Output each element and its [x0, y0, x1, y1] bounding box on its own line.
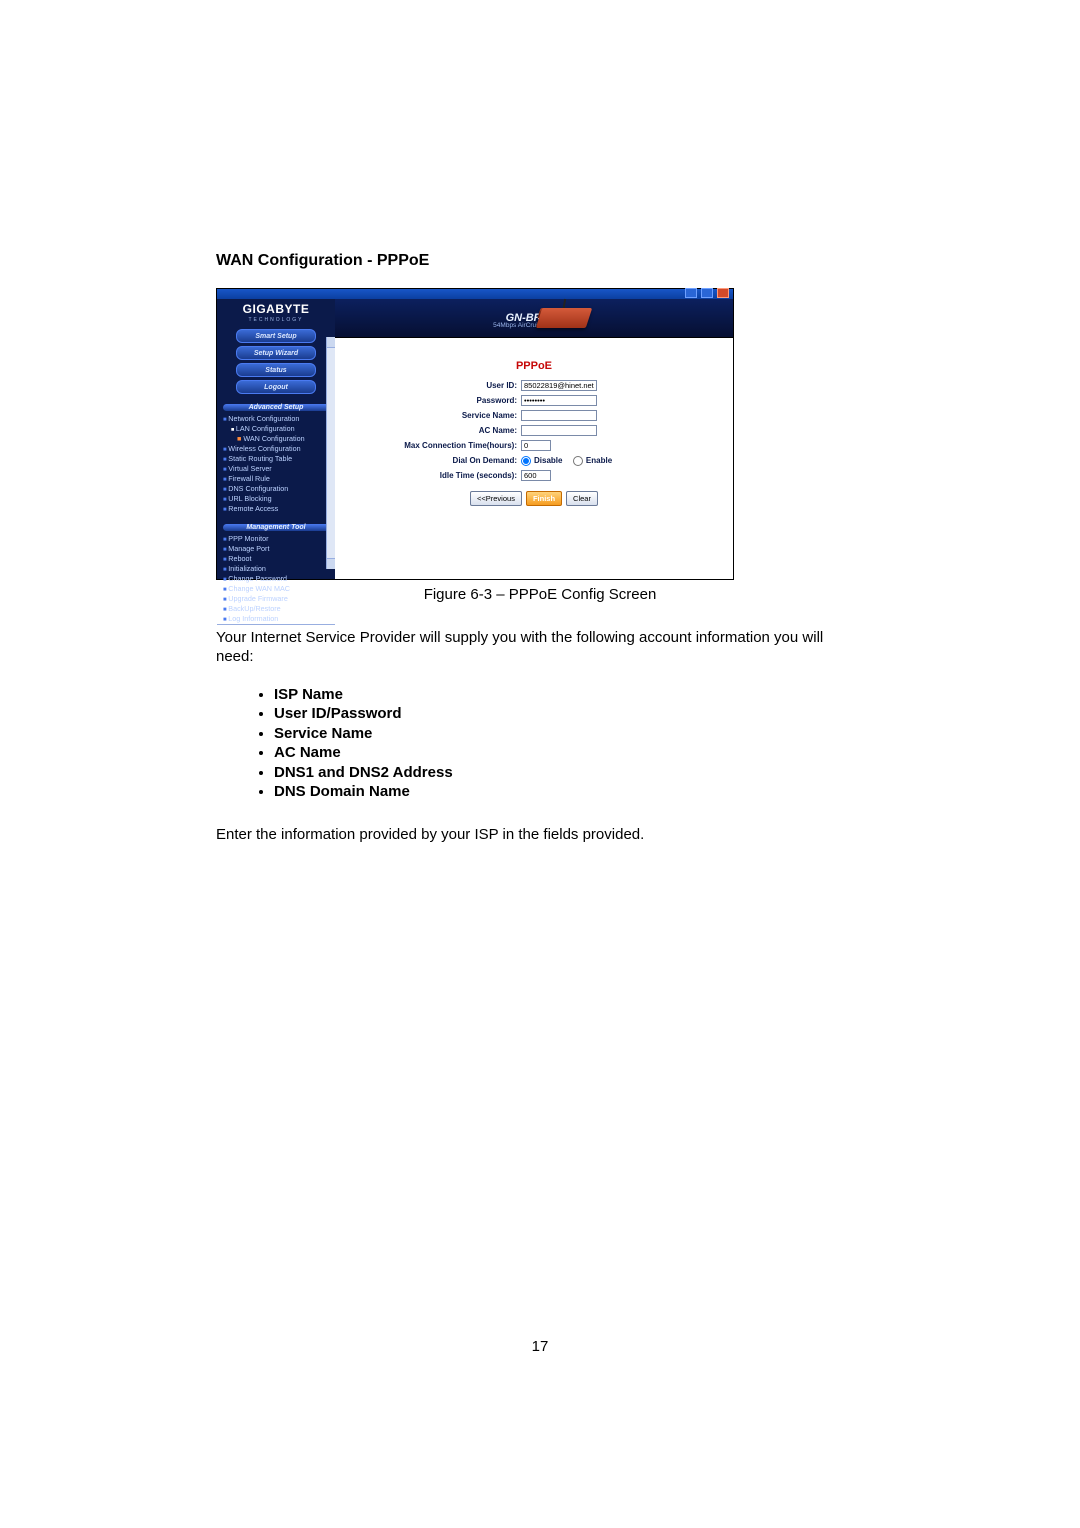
dod-enable-radio[interactable]: [573, 456, 583, 466]
sidebar-link[interactable]: Static Routing Table: [223, 454, 331, 463]
sidebar-link[interactable]: Change WAN MAC: [223, 584, 331, 593]
sidebar-link[interactable]: Initialization: [223, 564, 331, 573]
sidebar-link[interactable]: ■ WAN Configuration: [223, 434, 331, 443]
finish-button[interactable]: Finish: [526, 491, 562, 506]
max-conn-input[interactable]: [521, 440, 551, 451]
sidebar-link[interactable]: URL Blocking: [223, 494, 331, 503]
close-icon: [717, 288, 729, 298]
brand-name: GIGABYTE: [243, 302, 310, 316]
user-id-input[interactable]: [521, 380, 597, 391]
sidebar-header-advanced: Advanced Setup: [223, 404, 329, 411]
sidebar-link[interactable]: BackUp/Restore: [223, 604, 331, 613]
sidebar-link[interactable]: DNS Configuration: [223, 484, 331, 493]
requirement-item: AC Name: [274, 743, 864, 763]
sidebar-link[interactable]: Manage Port: [223, 544, 331, 553]
sidebar-link[interactable]: Firewall Rule: [223, 474, 331, 483]
sidebar-link[interactable]: Reboot: [223, 554, 331, 563]
requirement-item: User ID/Password: [274, 704, 864, 724]
ac-name-input[interactable]: [521, 425, 597, 436]
sidebar-header-management: Management Tool: [223, 524, 329, 531]
sidebar-btn-status[interactable]: Status: [236, 363, 316, 377]
sidebar: GIGABYTE TECHNOLOGY Smart Setup Setup Wi…: [217, 299, 335, 579]
requirement-item: DNS Domain Name: [274, 782, 864, 802]
ac-name-label: AC Name:: [355, 426, 521, 435]
sidebar-btn-smart-setup[interactable]: Smart Setup: [236, 329, 316, 343]
sidebar-btn-logout[interactable]: Logout: [236, 380, 316, 394]
dial-on-demand-label: Dial On Demand:: [355, 456, 521, 465]
minimize-icon: [685, 288, 697, 298]
max-conn-label: Max Connection Time(hours):: [355, 441, 521, 450]
password-label: Password:: [355, 396, 521, 405]
sidebar-link[interactable]: Network Configuration: [223, 414, 331, 423]
sidebar-hscrollbar[interactable]: [217, 624, 335, 625]
brand-logo: GIGABYTE TECHNOLOGY: [217, 299, 335, 323]
idle-time-label: Idle Time (seconds):: [355, 471, 521, 480]
dod-disable-text: Disable: [534, 456, 562, 465]
page-number: 17: [216, 1338, 864, 1355]
sidebar-link[interactable]: Upgrade Firmware: [223, 594, 331, 603]
main-panel: GN-BR01G 54Mbps AirCruiser G Router PPPo…: [335, 299, 733, 579]
requirement-item: ISP Name: [274, 685, 864, 705]
maximize-icon: [701, 288, 713, 298]
sidebar-link[interactable]: Remote Access: [223, 504, 331, 513]
requirement-item: DNS1 and DNS2 Address: [274, 763, 864, 783]
clear-button[interactable]: Clear: [566, 491, 598, 506]
sidebar-link[interactable]: Change Password: [223, 574, 331, 583]
previous-button[interactable]: <<Previous: [470, 491, 522, 506]
service-name-label: Service Name:: [355, 411, 521, 420]
brand-subtext: TECHNOLOGY: [248, 317, 303, 323]
user-id-label: User ID:: [355, 381, 521, 390]
pppoe-form: PPPoE User ID: Password: Service Name:: [335, 338, 733, 516]
section-heading: WAN Configuration - PPPoE: [216, 252, 864, 270]
router-illustration: [535, 303, 591, 331]
requirement-item: Service Name: [274, 724, 864, 744]
password-input[interactable]: [521, 395, 597, 406]
sidebar-link[interactable]: Virtual Server: [223, 464, 331, 473]
window-titlebar: [217, 289, 733, 299]
sidebar-link[interactable]: Wireless Configuration: [223, 444, 331, 453]
sidebar-link[interactable]: LAN Configuration: [223, 424, 331, 433]
intro-paragraph: Your Internet Service Provider will supp…: [216, 629, 864, 667]
idle-time-input[interactable]: [521, 470, 551, 481]
dod-disable-radio[interactable]: [521, 456, 531, 466]
router-admin-screenshot: GIGABYTE TECHNOLOGY Smart Setup Setup Wi…: [216, 288, 734, 580]
sidebar-btn-setup-wizard[interactable]: Setup Wizard: [236, 346, 316, 360]
sidebar-link[interactable]: PPP Monitor: [223, 534, 331, 543]
closing-paragraph: Enter the information provided by your I…: [216, 826, 864, 843]
sidebar-link[interactable]: Log Information: [223, 614, 331, 623]
requirements-list: ISP NameUser ID/PasswordService NameAC N…: [256, 685, 864, 802]
form-title: PPPoE: [355, 360, 713, 372]
dod-enable-text: Enable: [586, 456, 612, 465]
banner: GN-BR01G 54Mbps AirCruiser G Router: [335, 299, 733, 338]
service-name-input[interactable]: [521, 410, 597, 421]
